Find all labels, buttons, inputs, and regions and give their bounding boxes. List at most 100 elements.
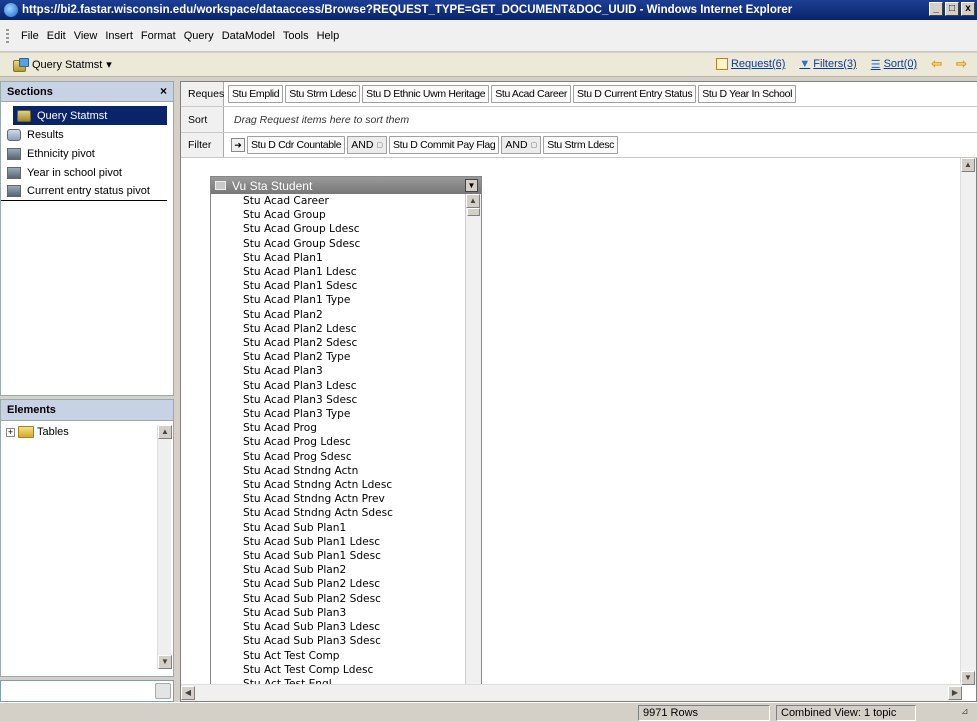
column-item[interactable]: Stu Acad Group Sdesc bbox=[243, 237, 465, 251]
column-item[interactable]: Stu Act Test Comp Ldesc bbox=[243, 663, 465, 677]
column-item[interactable]: Stu Act Test Comp bbox=[243, 649, 465, 663]
scroll-right-icon[interactable]: ▶ bbox=[948, 686, 962, 700]
column-item[interactable]: Stu Acad Plan2 bbox=[243, 308, 465, 322]
filters-link[interactable]: ▼ Filters(3) bbox=[799, 58, 856, 70]
column-item[interactable]: Stu Acad Sub Plan3 Ldesc bbox=[243, 620, 465, 634]
expand-icon[interactable]: + bbox=[6, 427, 15, 437]
back-arrow-icon[interactable]: ⇦ bbox=[931, 56, 942, 72]
column-item[interactable]: Stu Acad Stndng Actn Sdesc bbox=[243, 506, 465, 520]
filter-item[interactable]: Stu Strm Ldesc bbox=[543, 136, 619, 154]
column-item[interactable]: Stu Acad Plan3 bbox=[243, 364, 465, 378]
scroll-left-icon[interactable]: ◀ bbox=[181, 686, 195, 700]
column-item[interactable]: Stu Acad Sub Plan2 Ldesc bbox=[243, 577, 465, 591]
request-item[interactable]: Stu D Current Entry Status bbox=[573, 85, 697, 103]
menu-query[interactable]: Query bbox=[183, 30, 215, 42]
filter-item[interactable]: Stu D Cdr Countable bbox=[247, 136, 346, 154]
column-item[interactable]: Stu Acad Group Ldesc bbox=[243, 222, 465, 236]
section-item-year-in-school-pivot[interactable]: Year in school pivot bbox=[1, 163, 173, 182]
filter-arrow-icon[interactable]: ➜ bbox=[231, 138, 245, 152]
request-item[interactable]: Stu D Ethnic Uwm Heritage bbox=[362, 85, 490, 103]
elements-header: Elements bbox=[0, 399, 174, 421]
column-item[interactable]: Stu Acad Career bbox=[243, 194, 465, 208]
results-icon bbox=[7, 128, 21, 141]
column-item[interactable]: Stu Acad Plan1 Ldesc bbox=[243, 265, 465, 279]
elements-search-input[interactable] bbox=[1, 681, 141, 699]
menu-datamodel[interactable]: DataModel bbox=[221, 30, 276, 42]
sections-close-button[interactable]: × bbox=[160, 84, 167, 98]
search-go-icon[interactable] bbox=[155, 683, 171, 699]
column-item[interactable]: Stu Acad Sub Plan2 bbox=[243, 563, 465, 577]
scroll-up-icon[interactable]: ▲ bbox=[466, 194, 480, 208]
table-name: Vu Sta Student bbox=[232, 178, 313, 193]
section-item-query-statmst[interactable]: Query Statmst bbox=[13, 106, 167, 125]
query-section-dropdown[interactable]: Query Statmst ▾ bbox=[12, 57, 112, 72]
scroll-up-icon[interactable]: ▲ bbox=[961, 158, 975, 172]
column-item[interactable]: Stu Acad Prog Sdesc bbox=[243, 450, 465, 464]
request-label: Request bbox=[181, 82, 227, 106]
column-item[interactable]: Stu Acad Plan2 Type bbox=[243, 350, 465, 364]
column-item[interactable]: Stu Acad Plan1 Sdesc bbox=[243, 279, 465, 293]
table-header[interactable]: Vu Sta Student ▼ bbox=[211, 177, 481, 194]
workspace-horizontal-scrollbar[interactable]: ◀ ▶ bbox=[181, 684, 962, 701]
section-item-current-entry-status-pivot[interactable]: Current entry status pivot bbox=[1, 182, 167, 201]
menu-format[interactable]: Format bbox=[140, 30, 177, 42]
column-item[interactable]: Stu Acad Sub Plan2 Sdesc bbox=[243, 592, 465, 606]
sort-drop-zone[interactable]: Drag Request items here to sort them bbox=[224, 107, 977, 132]
menu-insert[interactable]: Insert bbox=[104, 30, 134, 42]
menu-edit[interactable]: Edit bbox=[46, 30, 67, 42]
column-item[interactable]: Stu Acad Group bbox=[243, 208, 465, 222]
menu-file[interactable]: File bbox=[20, 30, 40, 42]
column-list: Stu Acad Career Stu Acad Group Stu Acad Gr… bbox=[211, 194, 465, 684]
elements-scrollbar[interactable]: ▲ ▼ bbox=[157, 425, 172, 669]
tree-item-tables[interactable]: + Tables bbox=[1, 421, 173, 438]
close-button[interactable]: x bbox=[961, 2, 975, 16]
scroll-up-icon[interactable]: ▲ bbox=[158, 425, 172, 439]
section-item-label: Year in school pivot bbox=[27, 166, 122, 179]
column-item[interactable]: Stu Acad Plan1 bbox=[243, 251, 465, 265]
filter-items: ➜ Stu D Cdr Countable AND ▢ Stu D Commit… bbox=[224, 133, 977, 157]
column-item[interactable]: Stu Acad Stndng Actn Prev bbox=[243, 492, 465, 506]
column-item[interactable]: Stu Acad Plan3 Type bbox=[243, 407, 465, 421]
column-item[interactable]: Stu Acad Sub Plan3 bbox=[243, 606, 465, 620]
column-item[interactable]: Stu Acad Sub Plan3 Sdesc bbox=[243, 634, 465, 648]
request-item[interactable]: Stu D Year In School bbox=[698, 85, 797, 103]
column-item[interactable]: Stu Acad Stndng Actn Ldesc bbox=[243, 478, 465, 492]
section-item-results[interactable]: Results bbox=[1, 125, 173, 144]
window-titlebar: https://bi2.fastar.wisconsin.edu/workspa… bbox=[0, 0, 977, 20]
table-scrollbar[interactable]: ▲ bbox=[465, 194, 481, 684]
filter-operator-dropdown[interactable]: AND ▢ bbox=[501, 136, 542, 154]
request-item[interactable]: Stu Emplid bbox=[228, 85, 284, 103]
request-item[interactable]: Stu Acad Career bbox=[491, 85, 572, 103]
column-item[interactable]: Stu Acad Prog bbox=[243, 421, 465, 435]
column-item[interactable]: Stu Acad Stndng Actn bbox=[243, 464, 465, 478]
filters-link-label: Filters(3) bbox=[813, 58, 857, 70]
menu-view[interactable]: View bbox=[73, 30, 99, 42]
resize-grip-icon[interactable]: ⊿ bbox=[961, 706, 973, 718]
menu-tools[interactable]: Tools bbox=[282, 30, 310, 42]
column-item[interactable]: Stu Acad Sub Plan1 bbox=[243, 521, 465, 535]
scroll-down-icon[interactable]: ▼ bbox=[961, 671, 975, 685]
menu-bar: File Edit View Insert Format Query DataM… bbox=[0, 20, 977, 52]
forward-arrow-icon[interactable]: ⇨ bbox=[956, 56, 967, 72]
minimize-button[interactable]: _ bbox=[929, 2, 943, 16]
table-menu-button[interactable]: ▼ bbox=[465, 179, 478, 192]
scroll-thumb[interactable] bbox=[467, 208, 480, 216]
filter-item[interactable]: Stu D Commit Pay Flag bbox=[389, 136, 500, 154]
column-item[interactable]: Stu Acad Plan2 Sdesc bbox=[243, 336, 465, 350]
scroll-down-icon[interactable]: ▼ bbox=[158, 655, 172, 669]
column-item[interactable]: Stu Acad Plan3 Sdesc bbox=[243, 393, 465, 407]
column-item[interactable]: Stu Acad Plan2 Ldesc bbox=[243, 322, 465, 336]
column-item[interactable]: Stu Acad Prog Ldesc bbox=[243, 435, 465, 449]
request-link[interactable]: Request(6) bbox=[715, 58, 785, 70]
section-item-ethnicity-pivot[interactable]: Ethnicity pivot bbox=[1, 144, 173, 163]
request-item[interactable]: Stu Strm Ldesc bbox=[285, 85, 361, 103]
column-item[interactable]: Stu Acad Plan1 Type bbox=[243, 293, 465, 307]
sort-link[interactable]: ☰ Sort(0) bbox=[871, 58, 918, 71]
column-item[interactable]: Stu Acad Plan3 Ldesc bbox=[243, 379, 465, 393]
workspace-vertical-scrollbar[interactable]: ▲ ▼ bbox=[960, 158, 976, 685]
menu-help[interactable]: Help bbox=[316, 30, 341, 42]
column-item[interactable]: Stu Acad Sub Plan1 Ldesc bbox=[243, 535, 465, 549]
restore-button[interactable]: □ bbox=[945, 2, 959, 16]
filter-operator-dropdown[interactable]: AND ▢ bbox=[347, 136, 388, 154]
column-item[interactable]: Stu Acad Sub Plan1 Sdesc bbox=[243, 549, 465, 563]
